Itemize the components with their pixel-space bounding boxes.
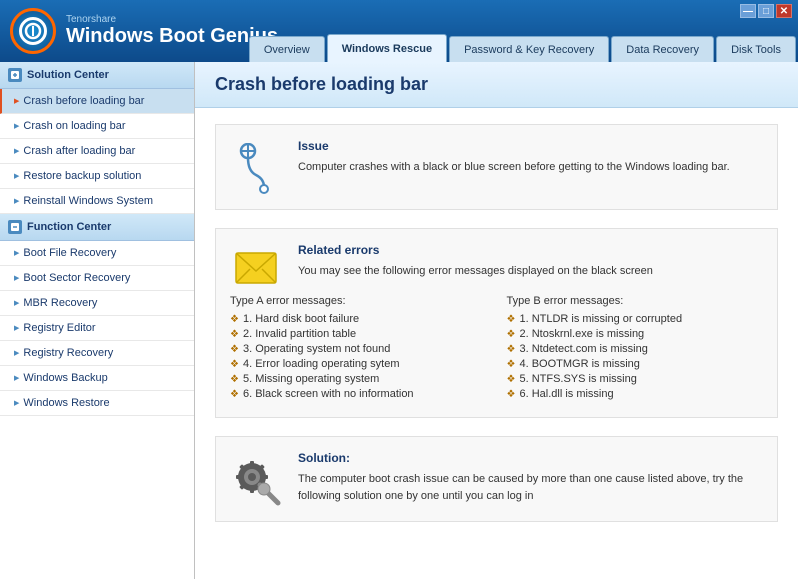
maximize-button[interactable]: □ bbox=[758, 4, 774, 18]
error-b-5: ❖5. NTFS.SYS is missing bbox=[507, 373, 764, 385]
issue-text-area: Issue Computer crashes with a black or b… bbox=[298, 139, 730, 195]
tab-overview[interactable]: Overview bbox=[249, 36, 325, 62]
solution-block: Solution: The computer boot crash issue … bbox=[215, 436, 778, 522]
app-logo bbox=[10, 8, 56, 54]
error-a-2: ❖2. Invalid partition table bbox=[230, 328, 487, 340]
sidebar-item-boot-file-recovery[interactable]: Boot File Recovery bbox=[0, 241, 194, 266]
envelope-icon bbox=[234, 247, 278, 285]
content-area: Crash before loading bar Issue bbox=[195, 62, 798, 579]
error-b-4: ❖4. BOOTMGR is missing bbox=[507, 358, 764, 370]
app-name: Windows Boot Genius bbox=[66, 25, 278, 48]
type-a-header: Type A error messages: bbox=[230, 295, 487, 307]
error-a-5: ❖5. Missing operating system bbox=[230, 373, 487, 385]
errors-columns: Type A error messages: ❖1. Hard disk boo… bbox=[230, 295, 763, 403]
sidebar-item-windows-restore[interactable]: Windows Restore bbox=[0, 391, 194, 416]
error-a-1: ❖1. Hard disk boot failure bbox=[230, 313, 487, 325]
title-bar-controls: — □ ✕ bbox=[740, 4, 792, 18]
bullet-icon: ❖ bbox=[507, 389, 516, 400]
sidebar: Solution Center Crash before loading bar… bbox=[0, 62, 195, 579]
sidebar-item-registry-editor[interactable]: Registry Editor bbox=[0, 316, 194, 341]
sidebar-item-reinstall-windows-system[interactable]: Reinstall Windows System bbox=[0, 189, 194, 214]
solution-icon-area bbox=[230, 451, 282, 507]
error-a-3: ❖3. Operating system not found bbox=[230, 343, 487, 355]
bullet-icon: ❖ bbox=[507, 344, 516, 355]
sidebar-item-registry-recovery[interactable]: Registry Recovery bbox=[0, 341, 194, 366]
error-col-a: Type A error messages: ❖1. Hard disk boo… bbox=[230, 295, 487, 403]
errors-block: Related errors You may see the following… bbox=[215, 228, 778, 418]
bullet-icon: ❖ bbox=[507, 314, 516, 325]
bullet-icon: ❖ bbox=[230, 389, 239, 400]
tab-data-recovery[interactable]: Data Recovery bbox=[611, 36, 714, 62]
sidebar-item-restore-backup-solution[interactable]: Restore backup solution bbox=[0, 164, 194, 189]
error-b-3: ❖3. Ntdetect.com is missing bbox=[507, 343, 764, 355]
bullet-icon: ❖ bbox=[230, 329, 239, 340]
errors-title: Related errors bbox=[298, 243, 653, 257]
app-logo-inner bbox=[19, 17, 47, 45]
minimize-button[interactable]: — bbox=[740, 4, 756, 18]
solution-center-header: Solution Center bbox=[0, 62, 194, 89]
function-center-icon bbox=[8, 220, 22, 234]
bullet-icon: ❖ bbox=[230, 374, 239, 385]
sidebar-item-boot-sector-recovery[interactable]: Boot Sector Recovery bbox=[0, 266, 194, 291]
bullet-icon: ❖ bbox=[507, 329, 516, 340]
gear-wrench-icon bbox=[230, 455, 282, 507]
error-b-6: ❖6. Hal.dll is missing bbox=[507, 388, 764, 400]
errors-icon-area bbox=[230, 243, 282, 285]
solution-center-icon bbox=[8, 68, 22, 82]
stethoscope-icon bbox=[232, 143, 280, 195]
sidebar-item-windows-backup[interactable]: Windows Backup bbox=[0, 366, 194, 391]
tab-disk-tools[interactable]: Disk Tools bbox=[716, 36, 796, 62]
errors-description: You may see the following error messages… bbox=[298, 263, 653, 280]
nav-tabs: Overview Windows Rescue Password & Key R… bbox=[249, 34, 798, 62]
close-button[interactable]: ✕ bbox=[776, 4, 792, 18]
app-vendor: Tenorshare bbox=[66, 14, 278, 25]
issue-block: Issue Computer crashes with a black or b… bbox=[215, 124, 778, 210]
error-b-1: ❖1. NTLDR is missing or corrupted bbox=[507, 313, 764, 325]
tab-windows-rescue[interactable]: Windows Rescue bbox=[327, 34, 447, 62]
error-a-4: ❖4. Error loading operating sytem bbox=[230, 358, 487, 370]
type-b-header: Type B error messages: bbox=[507, 295, 764, 307]
bullet-icon: ❖ bbox=[507, 374, 516, 385]
sidebar-item-crash-after-loading-bar[interactable]: Crash after loading bar bbox=[0, 139, 194, 164]
function-center-header: Function Center bbox=[0, 214, 194, 241]
error-b-2: ❖2. Ntoskrnl.exe is missing bbox=[507, 328, 764, 340]
solution-title: Solution: bbox=[298, 451, 763, 465]
sidebar-item-crash-on-loading-bar[interactable]: Crash on loading bar bbox=[0, 114, 194, 139]
issue-text: Computer crashes with a black or blue sc… bbox=[298, 159, 730, 176]
content-title: Crash before loading bar bbox=[195, 62, 798, 108]
issue-title: Issue bbox=[298, 139, 730, 153]
tab-password-recovery[interactable]: Password & Key Recovery bbox=[449, 36, 609, 62]
title-bar: Tenorshare Windows Boot Genius — □ ✕ Ove… bbox=[0, 0, 798, 62]
errors-header-area: Related errors You may see the following… bbox=[298, 243, 653, 280]
issue-icon-area bbox=[230, 139, 282, 195]
bullet-icon: ❖ bbox=[230, 344, 239, 355]
sidebar-item-crash-before-loading-bar[interactable]: Crash before loading bar bbox=[0, 89, 194, 114]
app-title-area: Tenorshare Windows Boot Genius bbox=[66, 14, 278, 48]
bullet-icon: ❖ bbox=[230, 359, 239, 370]
sidebar-item-mbr-recovery[interactable]: MBR Recovery bbox=[0, 291, 194, 316]
error-col-b: Type B error messages: ❖1. NTLDR is miss… bbox=[507, 295, 764, 403]
content-body: Issue Computer crashes with a black or b… bbox=[195, 108, 798, 538]
solution-text-area: Solution: The computer boot crash issue … bbox=[298, 451, 763, 507]
bullet-icon: ❖ bbox=[230, 314, 239, 325]
error-a-6: ❖6. Black screen with no information bbox=[230, 388, 487, 400]
main-container: Solution Center Crash before loading bar… bbox=[0, 62, 798, 579]
solution-text: The computer boot crash issue can be cau… bbox=[298, 471, 763, 504]
bullet-icon: ❖ bbox=[507, 359, 516, 370]
